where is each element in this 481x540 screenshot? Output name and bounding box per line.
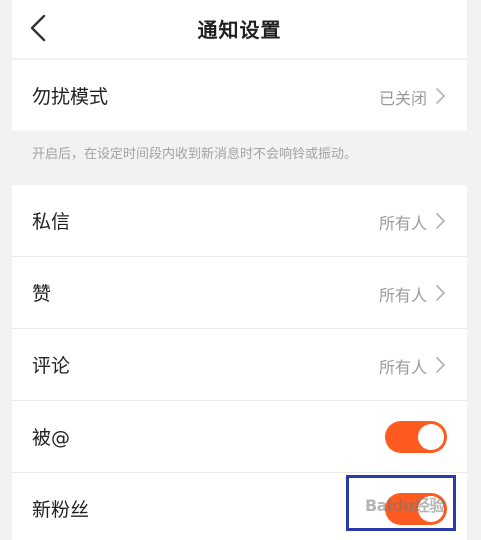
comments-row[interactable]: 评论 所有人 xyxy=(12,329,467,400)
mentions-toggle[interactable] xyxy=(385,421,447,453)
private-message-label: 私信 xyxy=(32,211,71,233)
mentions-label: 被@ xyxy=(32,427,71,449)
chevron-right-icon xyxy=(436,213,445,229)
private-message-row[interactable]: 私信 所有人 xyxy=(12,185,467,256)
nav-header: 通知设置 xyxy=(12,0,467,58)
notification-settings-screen: 通知设置 勿扰模式 已关闭 开启后，在设定时间段内收到新消息时不会响铃或振动。 … xyxy=(12,0,467,540)
page-title: 通知设置 xyxy=(197,18,282,42)
dnd-mode-label: 勿扰模式 xyxy=(32,86,109,108)
chevron-right-icon xyxy=(436,88,445,104)
comments-value: 所有人 xyxy=(378,358,427,377)
new-followers-label: 新粉丝 xyxy=(32,499,90,521)
toggle-knob xyxy=(418,424,444,450)
likes-label: 赞 xyxy=(32,283,52,305)
chevron-right-icon xyxy=(436,285,445,301)
dnd-hint-text: 开启后，在设定时间段内收到新消息时不会响铃或振动。 xyxy=(32,147,358,162)
chevron-right-icon xyxy=(436,357,445,373)
private-message-value: 所有人 xyxy=(378,214,427,233)
mentions-row: 被@ xyxy=(12,401,467,472)
dnd-mode-value: 已关闭 xyxy=(378,89,427,108)
likes-value: 所有人 xyxy=(378,286,427,305)
comments-label: 评论 xyxy=(32,355,71,377)
watermark: Baidu经验 xyxy=(365,496,445,515)
dnd-mode-row[interactable]: 勿扰模式 已关闭 xyxy=(12,60,467,131)
likes-row[interactable]: 赞 所有人 xyxy=(12,257,467,328)
